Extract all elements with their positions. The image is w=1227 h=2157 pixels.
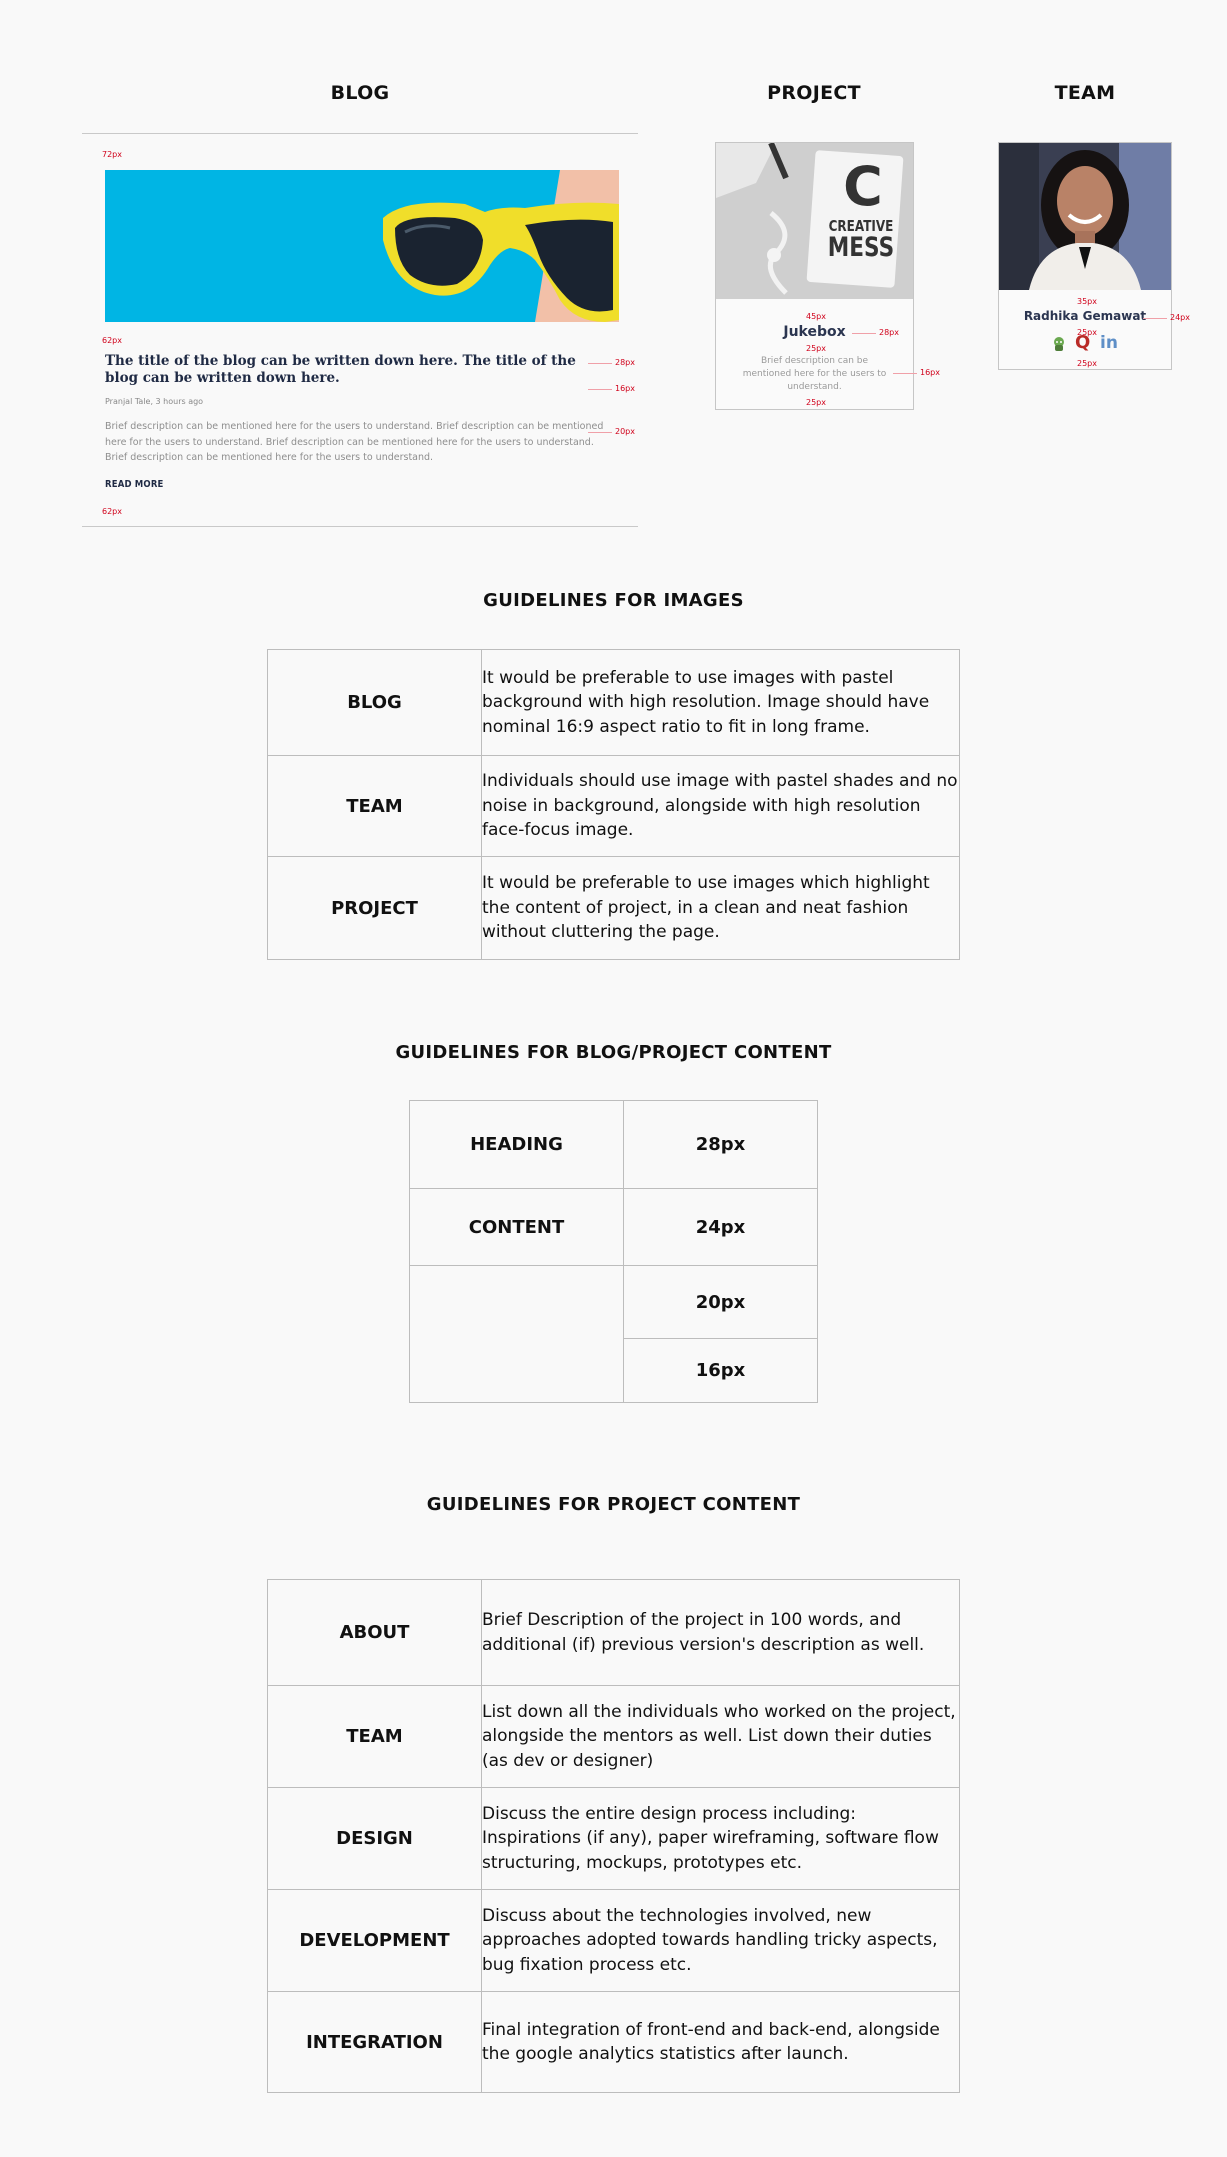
content-guidelines-table: HEADING 28px CONTENT 24px 20px 16px — [409, 1100, 818, 1403]
guideline-value: Final integration of front-end and back-… — [481, 1991, 960, 2093]
blog-title[interactable]: The title of the blog can be written dow… — [105, 353, 595, 387]
blog-meta: Pranjal Tale, 3 hours ago — [105, 397, 204, 406]
blog-bottom-divider — [82, 526, 638, 527]
spacing-annotation: 28px — [615, 358, 635, 367]
table-row: 20px — [409, 1265, 818, 1403]
content-label: CONTENT — [409, 1188, 624, 1266]
images-guidelines-title: GUIDELINES FOR IMAGES — [483, 590, 744, 611]
table-row: CONTENT 24px — [409, 1188, 818, 1266]
annotation-line — [852, 333, 876, 334]
blog-top-divider — [82, 133, 638, 134]
guideline-key: BLOG — [267, 649, 482, 756]
guideline-key: INTEGRATION — [267, 1991, 482, 2093]
sunglasses-image — [105, 170, 619, 322]
project-guidelines-table: ABOUT Brief Description of the project i… — [267, 1579, 960, 2093]
table-row: TEAM List down all the individuals who w… — [267, 1685, 960, 1788]
guideline-value: Individuals should use image with pastel… — [481, 755, 960, 857]
annotation-line — [893, 373, 917, 374]
project-description: Brief description can be mentioned here … — [742, 356, 887, 392]
blog-section-title: BLOG — [330, 82, 390, 104]
spacing-annotation: 16px — [615, 384, 635, 393]
spacing-annotation: 25px — [1077, 328, 1097, 337]
spacing-annotation: 25px — [1077, 359, 1097, 368]
guideline-value: List down all the individuals who worked… — [481, 1685, 960, 1788]
annotation-line — [588, 389, 612, 390]
content-size: 24px — [623, 1188, 818, 1266]
project-guidelines-title: GUIDELINES FOR PROJECT CONTENT — [426, 1494, 801, 1515]
guideline-key: ABOUT — [267, 1579, 482, 1686]
guideline-key: PROJECT — [267, 856, 482, 960]
table-row: HEADING 28px — [409, 1100, 818, 1189]
empty-cell — [409, 1265, 624, 1403]
table-row: TEAM Individuals should use image with p… — [267, 755, 960, 857]
spacing-annotation: 45px — [806, 312, 826, 321]
content-guidelines-title: GUIDELINES FOR BLOG/PROJECT CONTENT — [395, 1042, 832, 1063]
guideline-value: Brief Description of the project in 100 … — [481, 1579, 960, 1686]
annotation-line — [1143, 318, 1167, 319]
team-member-name: Radhika Gemawat — [1023, 309, 1147, 323]
table-row: ABOUT Brief Description of the project i… — [267, 1579, 960, 1686]
spacing-annotation: 35px — [1077, 297, 1097, 306]
team-section-title: TEAM — [1054, 82, 1116, 104]
table-row: INTEGRATION Final integration of front-e… — [267, 1991, 960, 2093]
blog-description: Brief description can be mentioned here … — [105, 421, 604, 463]
heading-label: HEADING — [409, 1100, 624, 1189]
project-section-title: PROJECT — [767, 82, 861, 104]
project-card[interactable]: C CREATIVE MESS Jukebox Brief descriptio… — [715, 142, 914, 410]
github-icon[interactable] — [1051, 336, 1067, 352]
spacing-annotation: 25px — [806, 344, 826, 353]
content-size: 20px — [623, 1265, 818, 1339]
guideline-value: It would be preferable to use images wit… — [481, 649, 960, 756]
guideline-key: DEVELOPMENT — [267, 1889, 482, 1992]
spacing-annotation: 28px — [879, 328, 899, 337]
spacing-annotation: 24px — [1170, 313, 1190, 322]
spacing-annotation: 25px — [806, 398, 826, 407]
guideline-value: Discuss about the technologies involved,… — [481, 1889, 960, 1992]
content-size: 16px — [623, 1338, 818, 1403]
spacing-annotation: 72px — [102, 150, 122, 159]
guideline-value: It would be preferable to use images whi… — [481, 856, 960, 960]
table-row: DEVELOPMENT Discuss about the technologi… — [267, 1889, 960, 1992]
table-row: BLOG It would be preferable to use image… — [267, 649, 960, 756]
guideline-value: Discuss the entire design process includ… — [481, 1787, 960, 1890]
guideline-key: TEAM — [267, 755, 482, 857]
read-more-link[interactable]: READ MORE — [105, 479, 164, 490]
guideline-key: TEAM — [267, 1685, 482, 1788]
spacing-annotation: 16px — [920, 368, 940, 377]
spacing-annotation: 62px — [102, 336, 122, 345]
team-member-photo — [999, 143, 1171, 290]
linkedin-icon[interactable]: in — [1100, 334, 1122, 352]
image-letter-c: C — [843, 155, 883, 218]
annotation-line — [588, 363, 612, 364]
heading-size: 28px — [623, 1100, 818, 1189]
table-row: DESIGN Discuss the entire design process… — [267, 1787, 960, 1890]
guideline-key: DESIGN — [267, 1787, 482, 1890]
table-row: PROJECT It would be preferable to use im… — [267, 856, 960, 960]
images-guidelines-table: BLOG It would be preferable to use image… — [267, 649, 960, 960]
blog-image — [105, 170, 619, 322]
annotation-line — [588, 432, 612, 433]
spacing-annotation: 20px — [615, 427, 635, 436]
spacing-annotation: 62px — [102, 507, 122, 516]
image-word-mess: MESS — [827, 232, 895, 263]
